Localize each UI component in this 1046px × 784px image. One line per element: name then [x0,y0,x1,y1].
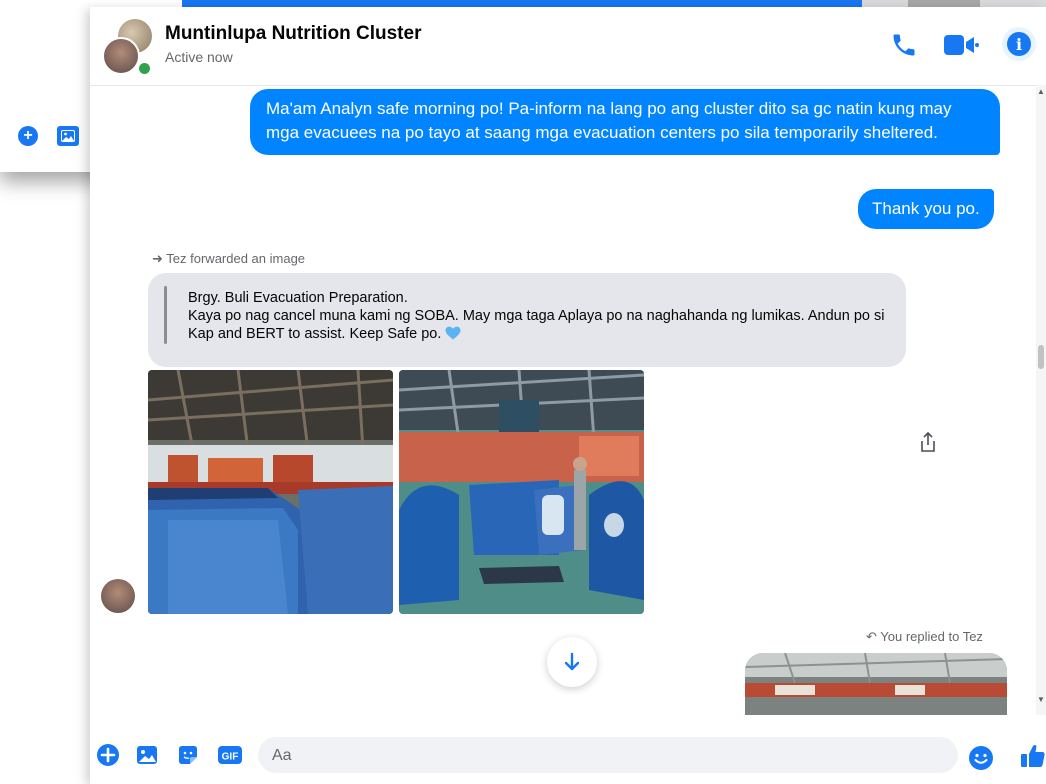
video-camera-icon[interactable] [942,31,980,64]
forwarded-line-1: Brgy. Buli Evacuation Preparation. [188,290,408,306]
forwarded-note-text: Tez forwarded an image [166,251,306,266]
image-icon[interactable] [57,126,79,146]
reply-arrow-icon: ↶ [866,629,877,644]
chat-header: Muntinlupa Nutrition Cluster Active now … [90,7,1046,86]
sender-avatar[interactable] [101,579,135,613]
forward-arrow-icon: ➜ [152,251,163,266]
replied-photo[interactable] [745,653,1007,715]
plus-icon[interactable]: + [18,126,38,146]
quote-bar [164,286,167,344]
scrollbar-thumb[interactable] [1038,345,1044,369]
forwarded-note: ➜ Tez forwarded an image [152,251,305,267]
chat-title[interactable]: Muntinlupa Nutrition Cluster [165,23,421,45]
outgoing-message[interactable]: Thank you po. [858,189,994,229]
message-composer: GIF [90,715,1046,784]
info-icon[interactable]: i [1002,27,1036,61]
background-accent-strip [182,0,862,7]
message-input-box[interactable] [258,737,958,775]
member-avatar-front [102,37,140,75]
forwarded-message[interactable]: Brgy. Buli Evacuation Preparation. Kaya … [148,273,906,367]
sticker-icon[interactable] [176,743,200,772]
reply-note: ↶ You replied to Tez [866,629,983,645]
image-icon[interactable] [135,743,159,772]
gif-label: GIF [222,752,239,763]
share-icon[interactable] [919,431,937,458]
reply-note-text: You replied to Tez [880,629,983,644]
forwarded-message-text: Brgy. Buli Evacuation Preparation. Kaya … [188,289,888,343]
message-input[interactable] [258,737,914,775]
scrollbar[interactable]: ▲ ▼ [1036,85,1046,715]
scroll-up-arrow[interactable]: ▲ [1037,87,1045,96]
phone-icon[interactable] [890,31,918,64]
outgoing-message[interactable]: Ma'am Analyn safe morning po! Pa-inform … [250,89,1000,155]
like-icon[interactable] [1020,743,1046,774]
chat-status: Active now [165,49,233,65]
blue-heart-icon [445,326,461,340]
plus-icon[interactable] [96,743,120,772]
scroll-to-bottom-button[interactable] [547,637,597,687]
scroll-down-arrow[interactable]: ▼ [1037,695,1045,704]
shared-photo[interactable] [399,370,644,614]
shared-photo[interactable] [148,370,393,614]
forwarded-line-2: Kaya po nag cancel muna kami ng SOBA. Ma… [188,308,885,342]
chat-window: Muntinlupa Nutrition Cluster Active now … [90,7,1046,784]
info-glyph: i [1007,32,1031,56]
emoji-icon[interactable] [968,745,994,776]
gif-icon[interactable]: GIF [217,743,243,772]
online-status-dot [137,61,152,76]
group-avatar[interactable] [100,17,156,76]
